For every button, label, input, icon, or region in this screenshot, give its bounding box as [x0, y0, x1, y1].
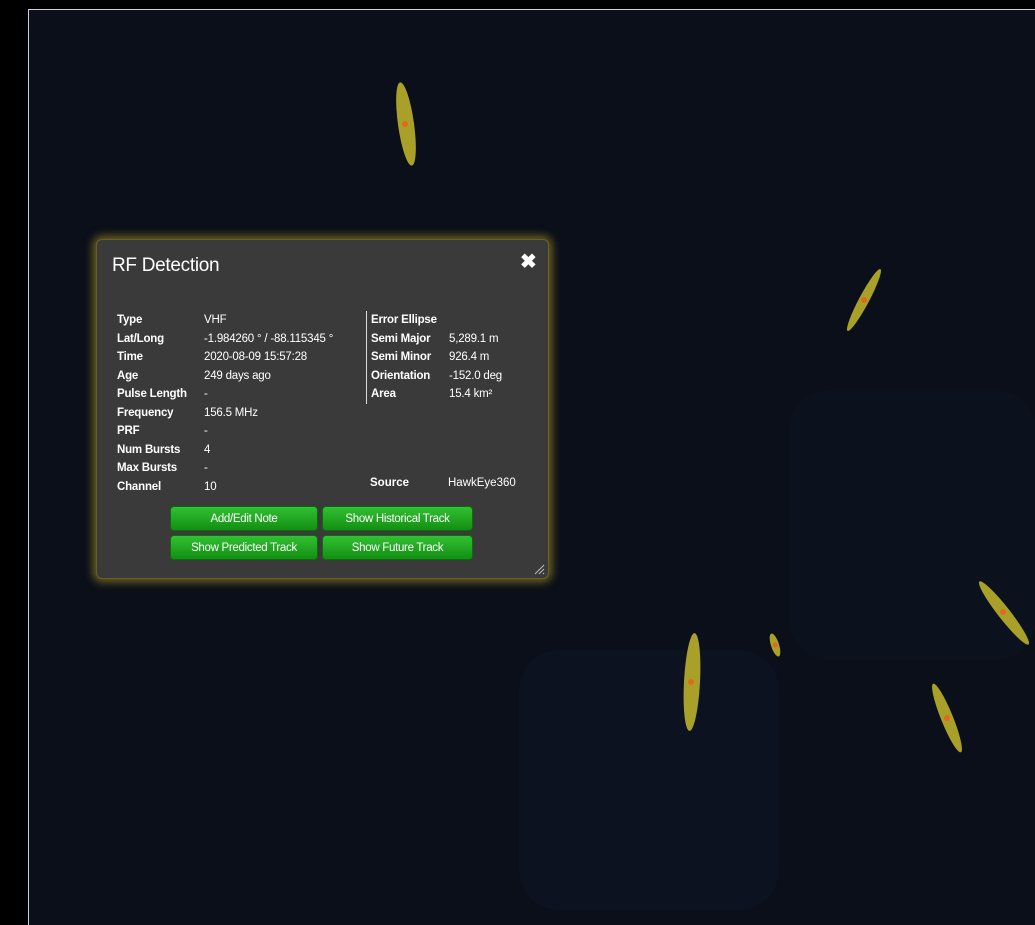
- field-row-semi-minor: Semi Minor 926.4 m: [371, 348, 502, 367]
- detection-ellipse[interactable]: [974, 575, 1034, 655]
- error-ellipse-details: Error Ellipse Semi Major 5,289.1 m Semi M…: [366, 311, 502, 404]
- field-row-pulse-length: Pulse Length -: [117, 385, 333, 404]
- detection-details: Type VHF Lat/Long -1.984260 ° / -88.115345…: [117, 311, 333, 496]
- detection-ellipse[interactable]: [765, 630, 785, 660]
- map-shade: [519, 650, 779, 910]
- detection-ellipse[interactable]: [927, 680, 967, 760]
- field-label: Max Bursts: [117, 462, 177, 474]
- show-historical-track-button[interactable]: Show Historical Track: [322, 506, 473, 531]
- field-label: PRF: [117, 425, 140, 437]
- source-row: Source HawkEye360: [370, 477, 516, 489]
- field-row-latlong: Lat/Long -1.984260 ° / -88.115345 °: [117, 330, 333, 349]
- close-icon[interactable]: ✖: [520, 252, 537, 272]
- field-value: -: [204, 388, 208, 400]
- field-row-error-ellipse: Error Ellipse: [371, 311, 502, 330]
- field-label: Num Bursts: [117, 443, 181, 456]
- field-value: 15.4 km²: [449, 388, 493, 400]
- add-edit-note-button[interactable]: Add/Edit Note: [170, 506, 318, 531]
- field-label: Frequency: [117, 406, 174, 419]
- field-value: 156.5 MHz: [204, 406, 258, 419]
- field-row-max-bursts: Max Bursts -: [117, 459, 333, 478]
- field-value: HawkEye360: [448, 477, 516, 489]
- field-row-age: Age 249 days ago: [117, 367, 333, 386]
- field-value: VHF: [204, 314, 227, 326]
- resize-handle-icon[interactable]: [533, 563, 545, 575]
- field-value: 4: [204, 443, 211, 456]
- field-label: Lat/Long: [117, 332, 164, 345]
- detection-ellipse[interactable]: [677, 632, 707, 732]
- field-row-orientation: Orientation -152.0 deg: [371, 367, 502, 386]
- field-row-num-bursts: Num Bursts 4: [117, 441, 333, 460]
- field-row-frequency: Frequency 156.5 MHz: [117, 404, 333, 423]
- field-row-type: Type VHF: [117, 311, 333, 330]
- field-label: Pulse Length: [117, 388, 187, 400]
- field-value: -: [204, 425, 208, 437]
- field-label: Orientation: [371, 369, 431, 382]
- field-value: -: [204, 462, 208, 474]
- field-row-channel: Channel 10: [117, 478, 333, 497]
- field-value: 5,289.1 m: [449, 332, 499, 345]
- show-future-track-button[interactable]: Show Future Track: [322, 535, 473, 560]
- show-predicted-track-button[interactable]: Show Predicted Track: [170, 535, 318, 560]
- field-label: Age: [117, 369, 139, 382]
- field-row-area: Area 15.4 km²: [371, 385, 502, 404]
- rf-detection-popup[interactable]: RF Detection ✖ Type VHF Lat/Long -1.984260…: [96, 239, 549, 579]
- field-label: Semi Major: [371, 332, 431, 345]
- field-label: Channel: [117, 480, 161, 493]
- field-value: -1.984260 ° / -88.115345 °: [204, 332, 334, 345]
- field-label: Time: [117, 351, 143, 363]
- field-value: 10: [204, 480, 217, 493]
- field-row-semi-major: Semi Major 5,289.1 m: [371, 330, 502, 349]
- field-label: Area: [371, 388, 396, 400]
- field-row-time: Time 2020-08-09 15:57:28: [117, 348, 333, 367]
- field-value: 249 days ago: [204, 369, 271, 382]
- field-value: -152.0 deg: [449, 369, 502, 382]
- field-label: Source: [370, 477, 409, 489]
- field-label: Semi Minor: [371, 351, 431, 363]
- detection-ellipse[interactable]: [391, 80, 421, 170]
- popup-title: RF Detection: [112, 255, 220, 276]
- field-value: 2020-08-09 15:57:28: [204, 351, 307, 363]
- detection-ellipse[interactable]: [844, 265, 884, 335]
- field-value: 926.4 m: [449, 351, 490, 363]
- field-row-prf: PRF -: [117, 422, 333, 441]
- field-label: Type: [117, 314, 143, 326]
- field-label: Error Ellipse: [371, 314, 437, 326]
